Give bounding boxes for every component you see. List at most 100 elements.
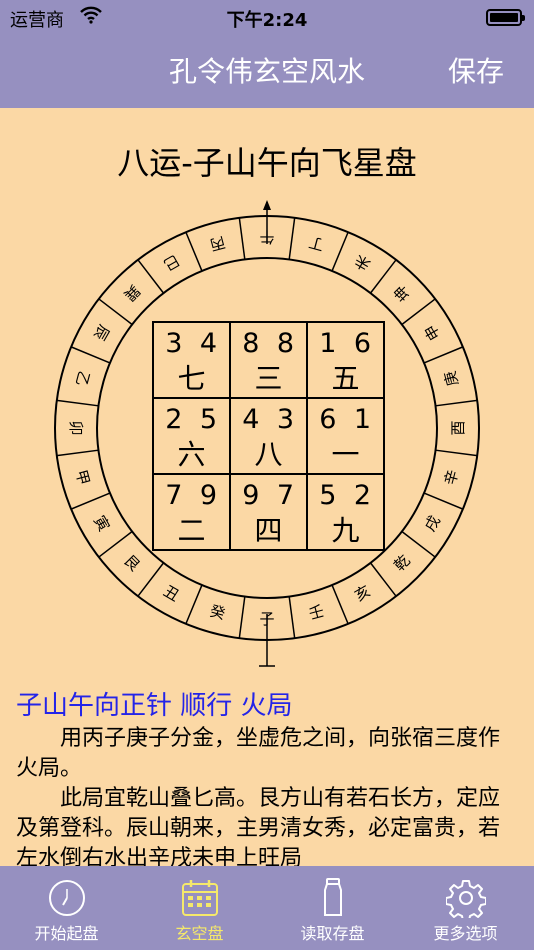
ring-divider bbox=[288, 596, 296, 639]
ring-divider bbox=[137, 562, 165, 597]
period-star: 二 bbox=[177, 514, 205, 547]
facing-star: 1 bbox=[354, 404, 371, 435]
calendar-icon bbox=[181, 880, 218, 916]
save-button[interactable]: 保存 bbox=[448, 50, 504, 90]
mountain-label: 巳 bbox=[160, 251, 182, 274]
ring-divider bbox=[185, 584, 203, 625]
tab-load[interactable]: 读取存盘 bbox=[266, 866, 399, 950]
period-star: 五 bbox=[331, 362, 359, 395]
ring-divider bbox=[98, 530, 133, 558]
mountain-label: 辰 bbox=[90, 321, 113, 343]
mountain-label: 卯 bbox=[67, 420, 85, 435]
ring-divider bbox=[435, 399, 478, 407]
mountain-label: 壬 bbox=[307, 602, 326, 623]
period-star: 三 bbox=[254, 362, 282, 395]
tab-xuankong-label: 玄空盘 bbox=[175, 924, 224, 943]
palace-cells: 3 4七8 8三1 6五2 5六4 3八6 1一7 9二9 7四5 2九 bbox=[165, 328, 371, 547]
facing-star: 6 bbox=[354, 328, 371, 359]
mountain-star: 1 bbox=[319, 328, 336, 359]
ring-divider bbox=[70, 346, 111, 364]
ring-divider bbox=[238, 217, 246, 260]
mountain-label: 戌 bbox=[421, 512, 444, 534]
compass-outer-ring bbox=[54, 215, 480, 641]
chart-title: 八运-子山午向飞星盘 bbox=[117, 144, 417, 182]
period-star: 四 bbox=[254, 514, 282, 547]
period-star: 一 bbox=[331, 438, 359, 471]
mountain-label: 酉 bbox=[449, 420, 467, 435]
bottle-icon bbox=[323, 878, 342, 916]
ring-divider bbox=[369, 562, 397, 597]
tab-load-label: 读取存盘 bbox=[300, 924, 365, 943]
mountain-star: 4 bbox=[242, 404, 259, 435]
ring-dividers bbox=[56, 217, 478, 639]
tab-more-label: 更多选项 bbox=[433, 924, 498, 943]
ring-divider bbox=[98, 298, 133, 326]
mountain-label: 艮 bbox=[120, 551, 143, 574]
facing-star: 9 bbox=[200, 480, 217, 511]
description-paragraph-2: 此局宜乾山叠匕高。艮方山有若石长方，定应及第登科。辰山朝来，主男清女秀，必定富贵… bbox=[16, 786, 501, 866]
mountain-star: 2 bbox=[165, 404, 182, 435]
mountain-label: 申 bbox=[421, 321, 444, 343]
needle-arrow-icon bbox=[263, 200, 271, 210]
mountain-label: 乙 bbox=[72, 369, 93, 388]
period-star: 八 bbox=[254, 438, 282, 471]
mountain-label: 乾 bbox=[390, 551, 413, 574]
facing-star: 7 bbox=[277, 480, 294, 511]
mountain-label: 寅 bbox=[90, 512, 113, 534]
ring-divider bbox=[423, 492, 464, 510]
mountain-label: 子 bbox=[259, 610, 274, 628]
ring-divider bbox=[288, 217, 296, 260]
mountain-label: 丙 bbox=[208, 233, 227, 254]
ring-divider bbox=[401, 298, 436, 326]
ring-divider bbox=[331, 231, 349, 272]
ring-divider bbox=[137, 259, 165, 294]
mountain-star: 7 bbox=[165, 480, 182, 511]
mountain-label: 丁 bbox=[307, 233, 326, 254]
mountain-star: 6 bbox=[319, 404, 336, 435]
mountain-label: 巽 bbox=[120, 281, 143, 304]
ring-divider bbox=[70, 492, 111, 510]
mountain-label: 未 bbox=[351, 251, 373, 274]
status-bar: 运营商 下午2:24 bbox=[0, 0, 534, 36]
period-star: 六 bbox=[177, 438, 205, 471]
facing-star: 4 bbox=[200, 328, 217, 359]
clock-icon bbox=[48, 880, 85, 916]
ring-divider bbox=[56, 449, 99, 457]
tab-start-label: 开始起盘 bbox=[34, 924, 99, 943]
facing-star: 8 bbox=[277, 328, 294, 359]
description-headline: 子山午向正针 顺行 火局 bbox=[16, 691, 293, 721]
tab-xuankong[interactable]: 玄空盘 bbox=[133, 866, 266, 950]
ring-labels: 午 丁未坤申庚酉辛戌乾亥壬 子 癸 丑艮寅 甲 卯 乙 辰巽巳 丙 bbox=[67, 228, 467, 628]
mountain-label: 甲 bbox=[72, 468, 93, 487]
description-paragraph-1: 用丙子庚子分金，坐虚危之间，向张宿三度作火局。 bbox=[16, 726, 501, 781]
status-time: 下午2:24 bbox=[226, 10, 308, 31]
period-star: 九 bbox=[331, 514, 359, 547]
ring-divider bbox=[56, 399, 99, 407]
compass-inner-ring bbox=[96, 257, 438, 599]
mountain-star: 5 bbox=[319, 480, 336, 511]
mountain-label: 丑 bbox=[160, 582, 182, 605]
facing-star: 5 bbox=[200, 404, 217, 435]
tab-more[interactable]: 更多选项 bbox=[399, 866, 532, 950]
facing-star: 3 bbox=[277, 404, 294, 435]
flying-star-plate: 午丁未坤申庚酉辛戌乾亥壬子癸丑艮寅甲卯乙辰巽巳丙 3 4七8 8三1 6五2 5六4 3八… bbox=[54, 200, 480, 667]
mountain-star: 3 bbox=[165, 328, 182, 359]
tab-bar: 开始起盘 玄空盘 读取存盘 更多选项 bbox=[0, 866, 534, 950]
ring-divider bbox=[185, 231, 203, 272]
mountain-label: 亥 bbox=[351, 582, 373, 605]
period-star: 七 bbox=[177, 362, 205, 395]
facing-star: 2 bbox=[354, 480, 371, 511]
ring-divider bbox=[238, 596, 246, 639]
description-panel: 子山午向正针 顺行 火局 用丙子庚子分金，坐虚危之间，向张宿三度作火局。 此局宜… bbox=[16, 688, 521, 866]
tab-start[interactable]: 开始起盘 bbox=[0, 866, 133, 950]
nav-bar: 孔令伟玄空风水 保存 bbox=[0, 36, 534, 108]
mountain-label: 癸 bbox=[208, 602, 227, 623]
ring-divider bbox=[435, 449, 478, 457]
gear-icon bbox=[445, 880, 486, 918]
battery-icon bbox=[486, 9, 525, 26]
mountain-label: 辛 bbox=[441, 468, 462, 487]
mountain-label: 午 bbox=[259, 228, 274, 246]
mountain-label: 坤 bbox=[390, 281, 413, 304]
mountain-star: 9 bbox=[242, 480, 259, 511]
ring-divider bbox=[331, 584, 349, 625]
